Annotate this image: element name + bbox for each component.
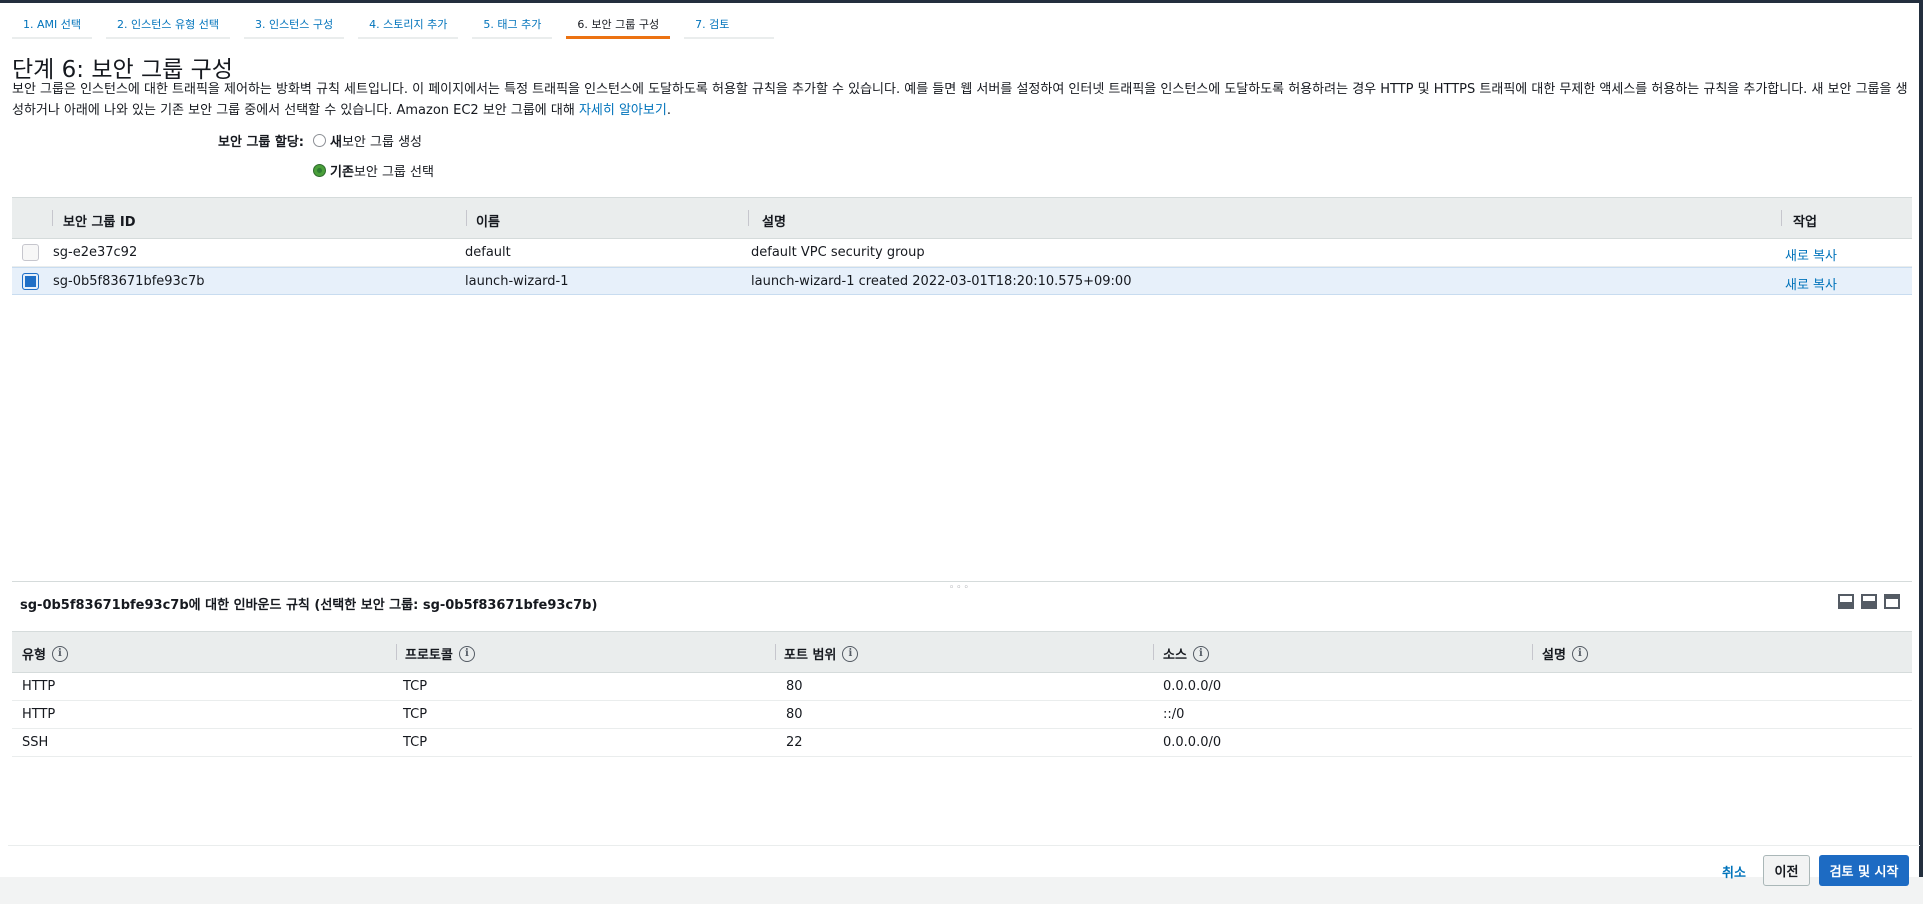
review-and-launch-button[interactable]: 검토 및 시작 xyxy=(1819,855,1909,886)
header-protocol-label: 프로토콜 xyxy=(405,648,453,663)
radio-existing-label: 보안 그룹 선택 xyxy=(353,165,434,180)
tab-review[interactable]: 7. 검토 xyxy=(684,10,775,39)
row-name: launch-wizard-1 xyxy=(465,274,569,289)
description-text: 보안 그룹은 인스턴스에 대한 트래픽을 제어하는 방화벽 규칙 세트입니다. … xyxy=(12,82,1908,118)
column-divider xyxy=(775,644,776,660)
rule-source: 0.0.0.0/0 xyxy=(1163,735,1222,750)
row-sg-id: sg-0b5f83671bfe93c7b xyxy=(53,274,205,289)
panel-bottom-icon[interactable] xyxy=(1838,594,1854,609)
info-icon[interactable]: i xyxy=(51,645,68,662)
rule-port: 80 xyxy=(786,679,803,694)
rule-type: SSH xyxy=(22,735,49,750)
row-checkbox[interactable] xyxy=(22,244,39,261)
rule-source: ::/0 xyxy=(1163,707,1185,722)
rule-source: 0.0.0.0/0 xyxy=(1163,679,1222,694)
radio-new-security-group[interactable]: 새 보안 그룹 생성 xyxy=(313,131,422,150)
row-description: launch-wizard-1 created 2022-03-01T18:20… xyxy=(751,274,1132,289)
table-row-selected[interactable]: sg-0b5f83671bfe93c7b launch-wizard-1 lau… xyxy=(12,267,1912,295)
header-description[interactable]: 설명 xyxy=(762,211,786,230)
column-divider xyxy=(466,210,467,226)
tab-configure-instance[interactable]: 3. 인스턴스 구성 xyxy=(243,10,345,39)
inbound-rules-title: sg-0b5f83671bfe93c7b에 대한 인바운드 규칙 (선택한 보안… xyxy=(20,598,598,613)
rule-port: 22 xyxy=(786,735,803,750)
wizard-tabs: 1. AMI 선택 2. 인스턴스 유형 선택 3. 인스턴스 구성 4. 스토… xyxy=(12,10,788,40)
info-icon[interactable]: i xyxy=(842,645,859,662)
radio-new-bold: 새 xyxy=(330,135,342,150)
rule-row: SSH TCP 22 0.0.0.0/0 xyxy=(12,729,1912,757)
radio-existing-bold: 기존 xyxy=(330,165,354,180)
column-divider xyxy=(396,644,397,660)
header-port-label: 포트 범위 xyxy=(784,648,837,663)
rule-row: HTTP TCP 80 0.0.0.0/0 xyxy=(12,673,1912,701)
security-group-table: 보안 그룹 ID 이름 설명 작업 sg-e2e37c92 default de… xyxy=(12,197,1912,295)
tab-instance-type[interactable]: 2. 인스턴스 유형 선택 xyxy=(106,10,230,39)
panel-view-controls xyxy=(1838,594,1900,609)
panel-splitter[interactable] xyxy=(12,581,1912,582)
bottom-band xyxy=(0,877,1923,904)
header-source-label: 소스 xyxy=(1163,648,1187,663)
info-icon[interactable]: i xyxy=(458,645,475,662)
top-bar xyxy=(0,0,1923,3)
info-icon[interactable]: i xyxy=(1571,645,1588,662)
rules-header: 유형 i 프로토콜 i 포트 범위 i 소스 i 설명 i xyxy=(12,631,1912,673)
panel-maximize-icon[interactable] xyxy=(1884,594,1900,609)
rule-type: HTTP xyxy=(22,707,56,722)
column-divider xyxy=(52,210,53,226)
column-divider xyxy=(1153,644,1154,660)
table-header: 보안 그룹 ID 이름 설명 작업 xyxy=(12,197,1912,239)
radio-new-label: 보안 그룹 생성 xyxy=(341,135,422,150)
rule-row: HTTP TCP 80 ::/0 xyxy=(12,701,1912,729)
tab-add-tags[interactable]: 5. 태그 추가 xyxy=(472,10,553,39)
header-rule-description: 설명 i xyxy=(1542,644,1588,663)
copy-to-new-link[interactable]: 새로 복사 xyxy=(1785,245,1837,264)
header-protocol: 프로토콜 i xyxy=(405,644,475,663)
radio-new-indicator[interactable] xyxy=(313,134,326,147)
radio-existing-indicator[interactable] xyxy=(313,164,326,177)
tab-choose-ami[interactable]: 1. AMI 선택 xyxy=(12,10,92,39)
assignment-label: 보안 그룹 할당: xyxy=(218,135,305,150)
row-name: default xyxy=(465,245,511,260)
header-type-label: 유형 xyxy=(22,648,46,663)
row-checkbox-checked[interactable] xyxy=(22,273,39,290)
row-sg-id: sg-e2e37c92 xyxy=(53,245,138,260)
header-action: 작업 xyxy=(1793,215,1817,230)
row-description: default VPC security group xyxy=(751,245,925,260)
cancel-button[interactable]: 취소 xyxy=(1722,862,1746,881)
rule-protocol: TCP xyxy=(403,735,428,750)
copy-to-new-link[interactable]: 새로 복사 xyxy=(1785,274,1837,293)
footer-divider xyxy=(8,845,1920,846)
radio-existing-security-group[interactable]: 기존 보안 그룹 선택 xyxy=(313,161,434,180)
header-sg-id[interactable]: 보안 그룹 ID xyxy=(63,211,136,230)
table-row[interactable]: sg-e2e37c92 default default VPC security… xyxy=(12,239,1912,267)
header-type: 유형 i xyxy=(22,644,68,663)
inbound-rules-table: 유형 i 프로토콜 i 포트 범위 i 소스 i 설명 i HTTP TCP 80 0.0… xyxy=(12,631,1912,757)
column-divider xyxy=(748,210,749,226)
window-edge xyxy=(1919,0,1923,904)
previous-button[interactable]: 이전 xyxy=(1763,855,1810,886)
header-port-range: 포트 범위 i xyxy=(784,644,859,663)
rule-protocol: TCP xyxy=(403,679,428,694)
header-name[interactable]: 이름 xyxy=(476,211,500,230)
header-source: 소스 i xyxy=(1163,644,1209,663)
info-icon[interactable]: i xyxy=(1192,645,1209,662)
panel-split-icon[interactable] xyxy=(1861,594,1877,609)
rule-port: 80 xyxy=(786,707,803,722)
page-description: 보안 그룹은 인스턴스에 대한 트래픽을 제어하는 방화벽 규칙 세트입니다. … xyxy=(12,79,1912,121)
column-divider xyxy=(1781,210,1782,226)
tab-security-group[interactable]: 6. 보안 그룹 구성 xyxy=(566,10,671,39)
header-description-label: 설명 xyxy=(1542,648,1566,663)
drag-handle-icon[interactable]: ◦◦◦ xyxy=(949,583,971,593)
description-end: . xyxy=(666,103,671,118)
learn-more-link[interactable]: 자세히 알아보기 xyxy=(579,103,667,118)
rule-type: HTTP xyxy=(22,679,56,694)
tab-add-storage[interactable]: 4. 스토리지 추가 xyxy=(358,10,459,39)
column-divider xyxy=(1532,644,1533,660)
rule-protocol: TCP xyxy=(403,707,428,722)
